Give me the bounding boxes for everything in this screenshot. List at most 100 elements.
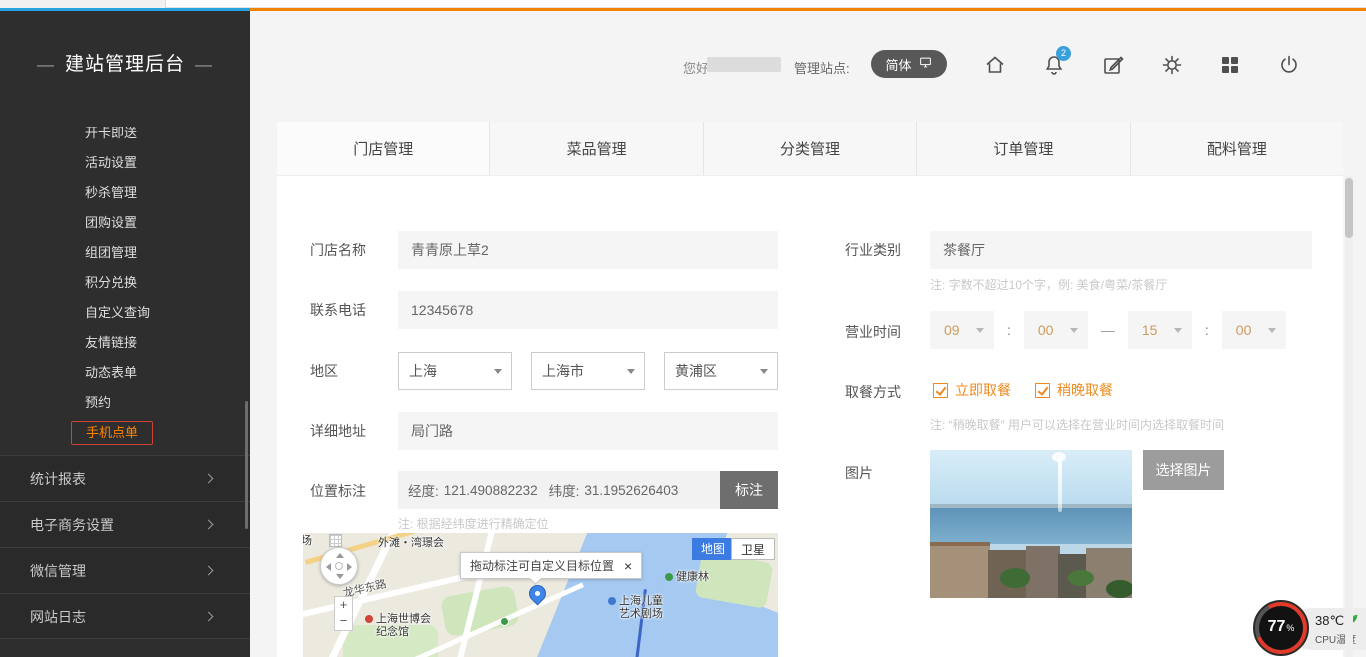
pan-down-arrow-icon[interactable]	[336, 574, 344, 579]
cpu-usage-gauge: 77%	[1253, 600, 1309, 656]
phone-value: 12345678	[411, 302, 473, 318]
checkbox-checked-icon	[1035, 383, 1050, 398]
pickup-immediate-checkbox[interactable]: 立即取餐	[933, 380, 1011, 400]
notifications-bell-icon[interactable]: 2	[1040, 51, 1068, 79]
apps-grid-icon[interactable]	[1216, 51, 1244, 79]
open-minute-select[interactable]: 00	[1024, 311, 1088, 349]
sidebar-title-text: 建站管理后台	[65, 54, 185, 75]
phone-input[interactable]: 12345678	[398, 291, 778, 329]
coordinates-field[interactable]: 经度: 121.490882232 纬度: 31.1952626403	[398, 471, 720, 509]
sidebar-item-booking[interactable]: 预约	[0, 388, 250, 418]
close-hour-value: 15	[1142, 322, 1158, 338]
map-label-health-forest: 健康林	[665, 571, 709, 584]
section-site-logs-label: 网站日志	[30, 609, 86, 625]
cpu-temp-value: 38℃	[1315, 613, 1344, 629]
zoom-in-button[interactable]: +	[334, 596, 353, 614]
tab-ingredient-manage[interactable]: 配料管理	[1131, 122, 1343, 175]
time-colon: :	[1007, 322, 1011, 338]
title-dash-right: —	[195, 55, 213, 74]
cpu-percent: 77	[1268, 618, 1286, 636]
sidebar-title: — 建站管理后台 —	[0, 49, 250, 76]
open-hour-select[interactable]: 09	[930, 311, 994, 349]
section-wechat-manage[interactable]: 微信管理	[0, 547, 250, 593]
district-select[interactable]: 黄浦区	[664, 352, 778, 390]
map-mode-button[interactable]: 地图	[692, 538, 734, 560]
section-site-logs[interactable]: 网站日志	[0, 593, 250, 639]
pickup-later-checkbox[interactable]: 稍晚取餐	[1035, 380, 1113, 400]
province-select[interactable]: 上海	[398, 352, 512, 390]
longitude-label: 经度:	[408, 480, 439, 500]
tab-order-manage[interactable]: 订单管理	[917, 122, 1130, 175]
cpu-usage-value: 77%	[1259, 606, 1303, 650]
satellite-mode-button[interactable]: 卫星	[731, 538, 775, 560]
region-label: 地区	[310, 361, 338, 381]
sidebar-item-friend-links[interactable]: 友情链接	[0, 328, 250, 358]
map-overview-icon[interactable]	[329, 534, 342, 547]
hours-label: 营业时间	[845, 322, 901, 342]
tooltip-close-icon[interactable]: ×	[624, 559, 632, 573]
sidebar-item-dynamic-forms[interactable]: 动态表单	[0, 358, 250, 388]
section-stats-report[interactable]: 统计报表	[0, 455, 250, 501]
sidebar-item-seckill-manage[interactable]: 秒杀管理	[0, 178, 250, 208]
power-logout-icon[interactable]	[1275, 51, 1303, 79]
sidebar-item-mobile-ordering[interactable]: 手机点单	[0, 418, 250, 448]
map-pan-control[interactable]	[320, 547, 358, 585]
chevron-right-icon	[204, 474, 214, 484]
store-photo-thumbnail	[930, 450, 1132, 598]
choose-image-button[interactable]: 选择图片	[1143, 450, 1224, 490]
map-label-waitan: 外滩・湾璟会	[378, 537, 444, 550]
address-input[interactable]: 局门路	[398, 412, 778, 450]
sidebar-item-groupbuy-settings[interactable]: 团购设置	[0, 208, 250, 238]
cpu-percent-unit: %	[1286, 623, 1294, 633]
section-ecommerce-settings-label: 电子商务设置	[30, 517, 114, 533]
museum-poi-icon	[365, 615, 373, 623]
photo-tree	[1000, 568, 1030, 588]
tree-poi-icon	[665, 573, 673, 581]
sidebar-item-activity-settings[interactable]: 活动设置	[0, 148, 250, 178]
pan-left-arrow-icon[interactable]	[326, 563, 331, 571]
store-name-input[interactable]: 青青原上草2	[398, 231, 778, 269]
section-ecommerce-settings[interactable]: 电子商务设置	[0, 501, 250, 547]
open-minute-value: 00	[1038, 322, 1054, 338]
mark-location-button[interactable]: 标注	[720, 471, 778, 509]
close-hour-select[interactable]: 15	[1128, 311, 1192, 349]
module-tabs: 门店管理 菜品管理 分类管理 订单管理 配料管理	[277, 122, 1343, 176]
pickup-note: 注: “稍晚取餐” 用户可以选择在营业时间内选择取餐时间	[930, 416, 1224, 433]
map-tooltip-text: 拖动标注可自定义目标位置	[470, 557, 614, 574]
city-select[interactable]: 上海市	[531, 352, 645, 390]
phone-label: 联系电话	[310, 300, 366, 320]
store-form-card: 门店名称 青青原上草2 联系电话 12345678 地区 上海 上海市 黄浦区 …	[277, 176, 1343, 657]
pan-right-arrow-icon[interactable]	[347, 563, 352, 571]
cpu-temperature: 38℃ CPU温度	[1315, 613, 1360, 646]
sidebar-scrollbar-thumb[interactable]	[245, 401, 248, 529]
pickup-label: 取餐方式	[845, 382, 901, 402]
tab-dish-manage[interactable]: 菜品管理	[490, 122, 703, 175]
section-wechat-manage-label: 微信管理	[30, 563, 86, 579]
sidebar-item-custom-query[interactable]: 自定义查询	[0, 298, 250, 328]
industry-input[interactable]: 茶餐厅	[930, 231, 1312, 269]
tab-category-manage[interactable]: 分类管理	[704, 122, 917, 175]
district-value: 黄浦区	[675, 361, 717, 381]
main-area: 您好 管理站点: 简体 2 门店管理 菜品管理 分类管理 订单管理 配料管理 门…	[250, 11, 1366, 657]
pan-up-arrow-icon[interactable]	[336, 553, 344, 558]
close-minute-select[interactable]: 00	[1222, 311, 1286, 349]
sidebar-item-points-exchange[interactable]: 积分兑换	[0, 268, 250, 298]
home-icon[interactable]	[981, 51, 1009, 79]
language-label: 简体	[885, 55, 911, 74]
pan-center-icon[interactable]	[335, 562, 343, 570]
page-scrollbar-thumb[interactable]	[1345, 178, 1353, 238]
page-scrollbar-track[interactable]	[1345, 176, 1353, 657]
sidebar-item-card-gift[interactable]: 开卡即送	[0, 127, 250, 148]
sidebar-item-group-manage[interactable]: 组团管理	[0, 238, 250, 268]
map-canvas[interactable]: 场 外滩・湾璟会 龙华东路 上海世博会 纪念馆 上海儿童 艺术剧场 健康林 拖动…	[303, 533, 778, 657]
zoom-out-button[interactable]: −	[334, 613, 353, 631]
language-switch-button[interactable]: 简体	[871, 50, 947, 78]
photo-lake	[930, 508, 1132, 544]
notification-badge: 2	[1056, 46, 1071, 61]
park-poi-dot	[500, 617, 509, 626]
settings-gear-icon[interactable]	[1158, 51, 1186, 79]
title-dash-left: —	[37, 55, 55, 74]
tab-store-manage[interactable]: 门店管理	[277, 122, 490, 175]
image-label: 图片	[845, 463, 873, 483]
compose-edit-icon[interactable]	[1099, 51, 1127, 79]
